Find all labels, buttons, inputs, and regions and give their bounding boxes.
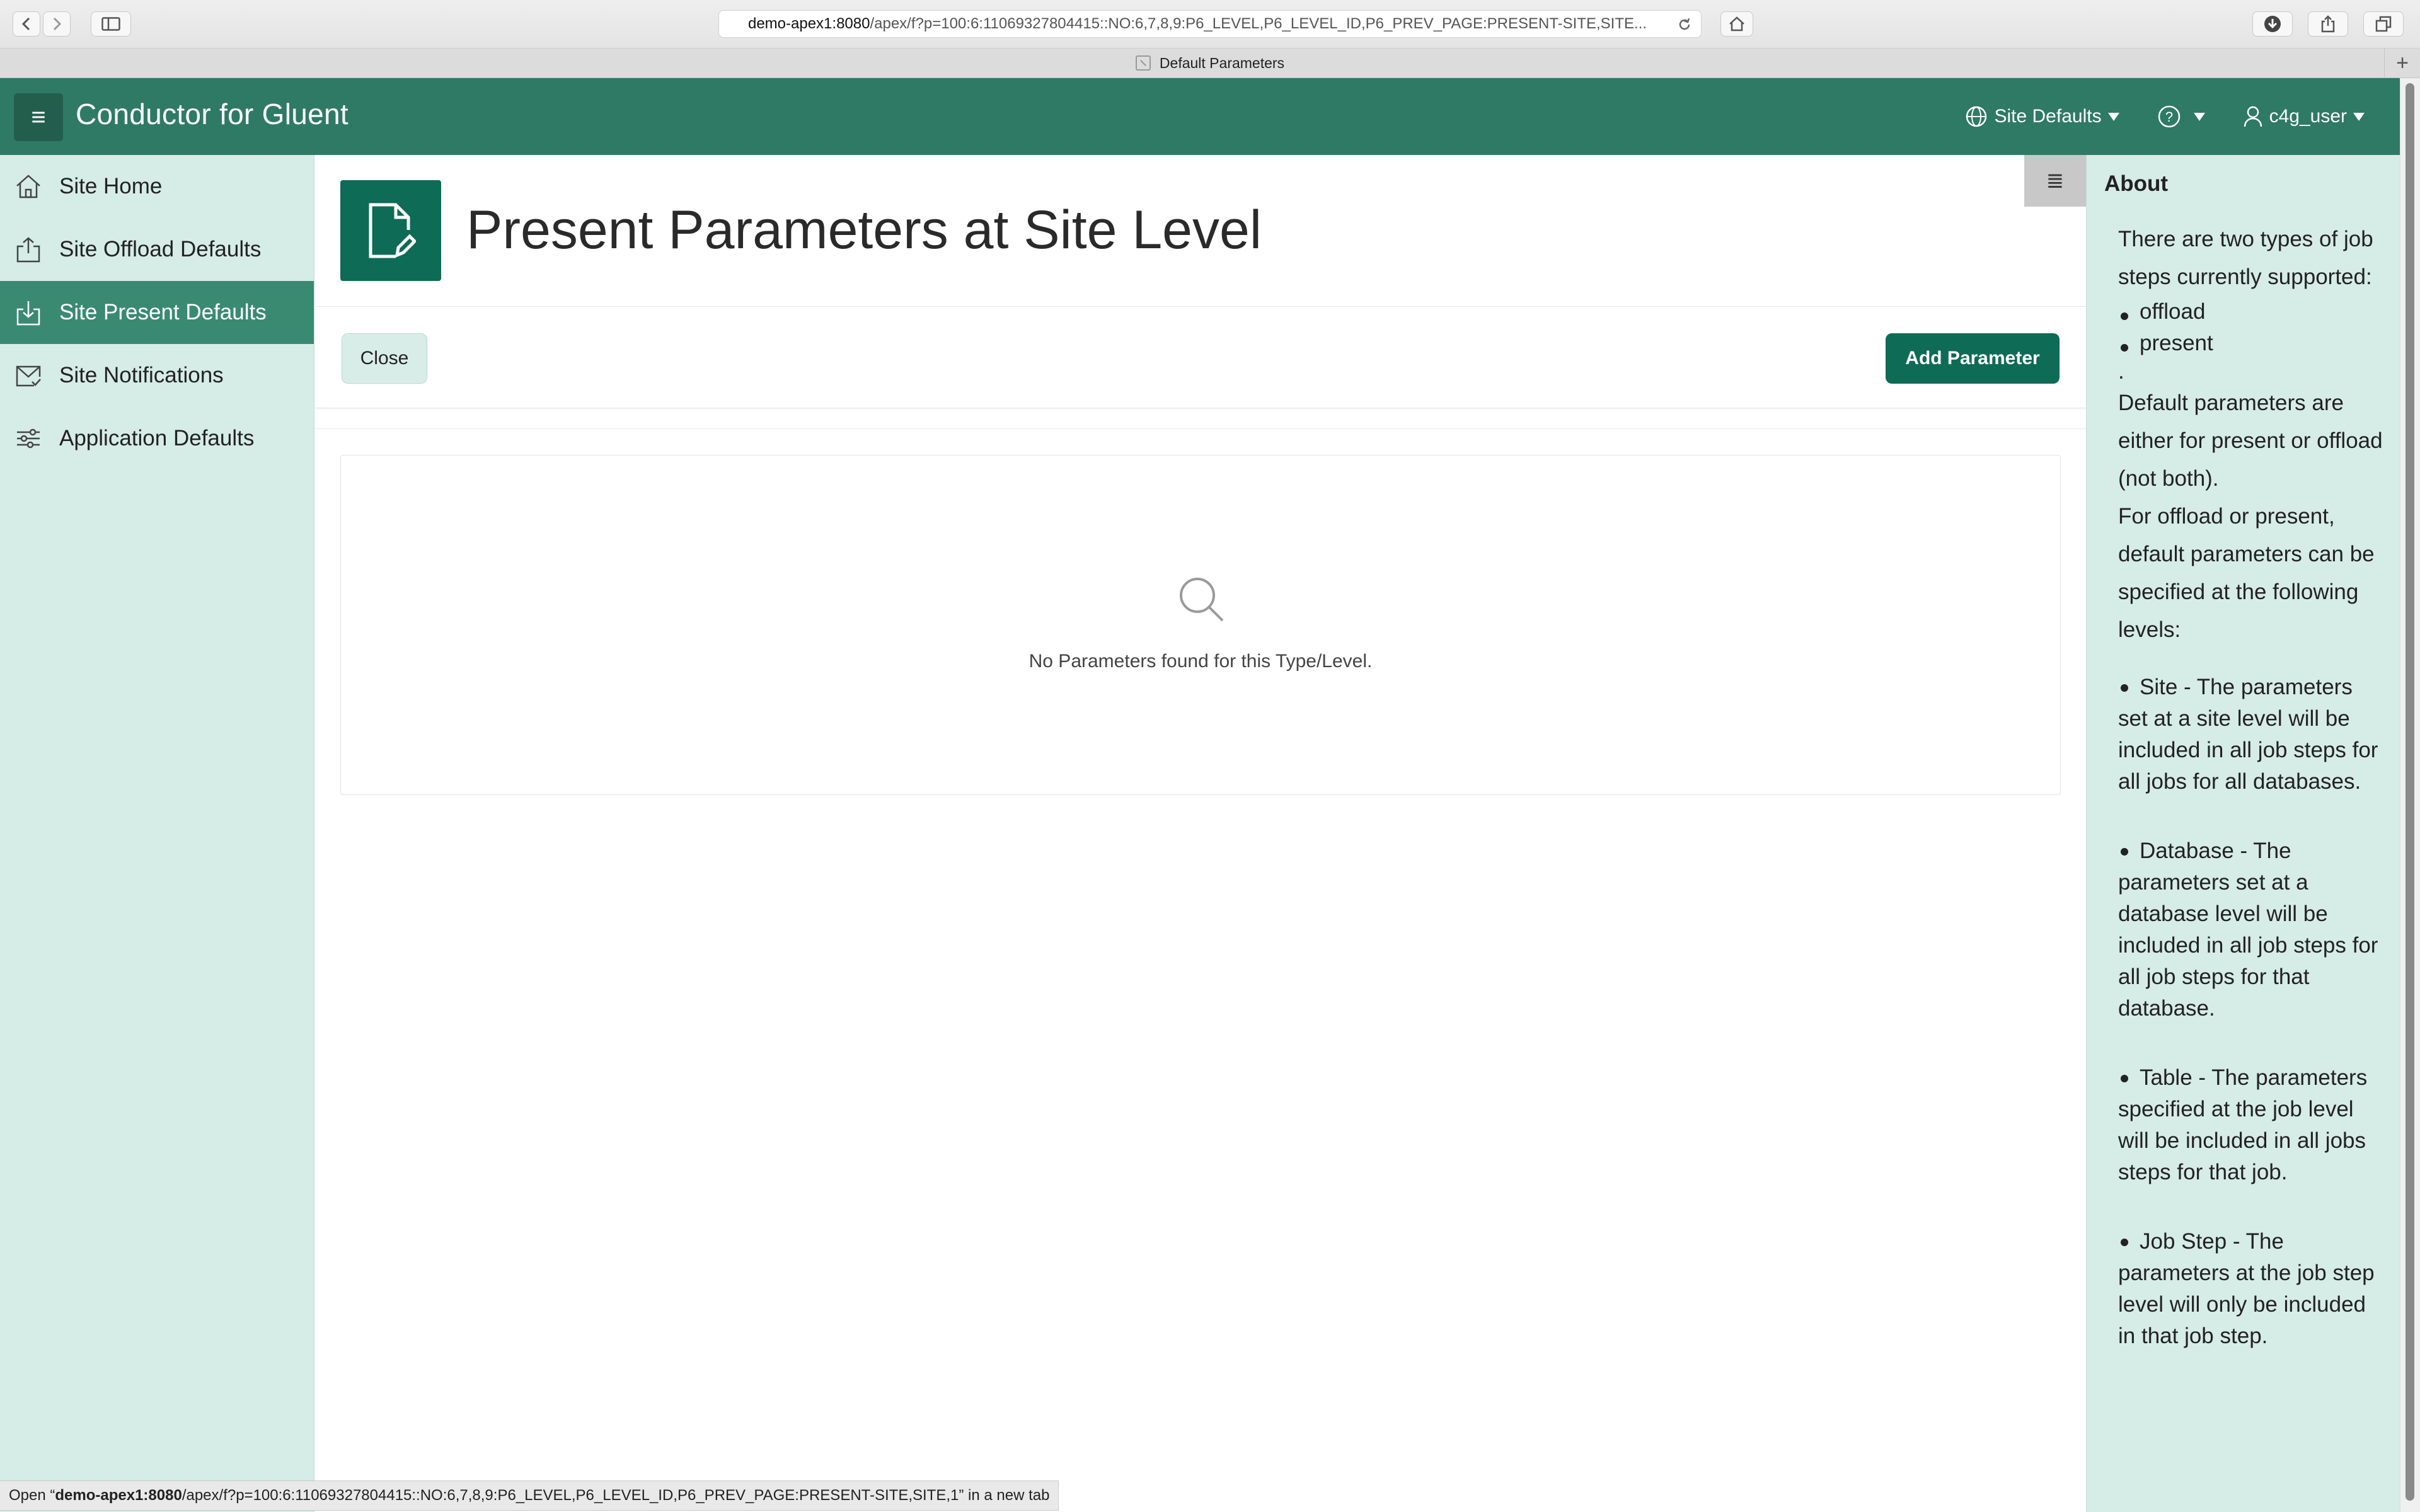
file-edit-icon	[369, 203, 416, 258]
add-parameter-button[interactable]: Add Parameter	[1886, 333, 2060, 384]
sidebar-icon	[101, 17, 120, 31]
home-button[interactable]	[1720, 11, 1753, 37]
app-title[interactable]: Conductor for Gluent	[76, 97, 349, 131]
sidebar-item-site-present-defaults[interactable]: Site Present Defaults	[0, 281, 314, 344]
site-defaults-menu[interactable]: Site Defaults	[1965, 105, 2119, 128]
share-icon	[2321, 15, 2335, 33]
user-menu[interactable]: c4g_user	[2243, 105, 2365, 128]
help-mark: ?	[2165, 109, 2172, 125]
caret-down-icon	[2193, 112, 2205, 121]
sidebar-item-label: Application Defaults	[59, 426, 255, 450]
button-bar: Close Add Parameter	[315, 306, 2086, 408]
download-icon	[16, 301, 40, 326]
about-para2: For offload or present, default paramete…	[2118, 504, 2375, 642]
tabs-button[interactable]	[2363, 11, 2404, 37]
close-button[interactable]: Close	[342, 333, 427, 384]
list-item: Site - The parameters set at a site leve…	[2118, 672, 2383, 798]
plus-icon: +	[2396, 50, 2409, 75]
list-item: Job Step - The parameters at the job ste…	[2118, 1226, 2383, 1352]
divider	[315, 428, 2086, 429]
url-host: demo-apex1:8080	[747, 15, 870, 32]
main-content: Present Parameters at Site Level ≣ Close…	[315, 155, 2086, 1512]
home-icon	[16, 175, 40, 198]
caret-down-icon	[2107, 112, 2119, 121]
list-item: Database - The parameters set at a datab…	[2118, 835, 2383, 1024]
about-intro: There are two types of job steps current…	[2118, 227, 2373, 289]
sidebar-item-label: Site Offload Defaults	[59, 237, 262, 261]
page-title: Present Parameters at Site Level	[466, 200, 1262, 260]
tab-bar: Default Parameters +	[0, 49, 2420, 78]
sidebar-item-label: Site Notifications	[59, 363, 224, 387]
forward-button[interactable]	[43, 11, 71, 37]
browser-toolbar: demo-apex1:8080/apex/f?p=100:6:110693278…	[0, 0, 2420, 49]
user-label: c4g_user	[2269, 106, 2347, 127]
sidebar-item-label: Site Present Defaults	[59, 300, 267, 324]
level-job-step: Job Step - The parameters at the job ste…	[2118, 1229, 2375, 1348]
navigation-menu-button[interactable]: ≡	[14, 93, 63, 141]
empty-message: No Parameters found for this Type/Level.	[1028, 651, 1373, 672]
about-dot: .	[2118, 359, 2124, 384]
status-rest: /apex/f?p=100:6:11069327804415::NO:6,7,8…	[182, 1487, 1050, 1504]
status-prefix: Open “	[9, 1487, 55, 1504]
new-tab-button[interactable]: +	[2384, 49, 2420, 77]
page-icon	[340, 180, 441, 281]
app-header: ≡ Conductor for Gluent Site Defaults ? c…	[0, 78, 2400, 155]
status-host: demo-apex1:8080	[55, 1487, 182, 1504]
page-scrollbar[interactable]	[2400, 78, 2420, 1512]
sidebar-item-site-offload-defaults[interactable]: Site Offload Defaults	[0, 218, 314, 281]
download-circle-icon	[2264, 16, 2281, 32]
parameters-report: No Parameters found for this Type/Level.	[340, 455, 2061, 795]
collapse-right-panel-button[interactable]: ≣	[2024, 155, 2086, 207]
list-item: Table - The parameters specified at the …	[2118, 1062, 2383, 1188]
help-menu[interactable]: ?	[2157, 105, 2205, 129]
list-item: present	[2118, 328, 2383, 359]
sidebar-item-site-notifications[interactable]: Site Notifications	[0, 344, 314, 407]
list-item: offload	[2118, 296, 2383, 328]
page-favicon-icon	[1135, 55, 1151, 71]
share-button[interactable]	[2308, 11, 2348, 37]
tabs-icon	[2375, 16, 2392, 32]
about-body: There are two types of job steps current…	[2118, 220, 2383, 1390]
site-defaults-label: Site Defaults	[1994, 106, 2102, 127]
hamburger-icon: ≡	[31, 103, 46, 131]
sidebar-item-label: Site Home	[59, 174, 163, 198]
sidebar-item-site-home[interactable]: Site Home	[0, 155, 314, 218]
header-nav: Site Defaults ? c4g_user	[1965, 78, 2400, 155]
about-panel: About There are two types of job steps c…	[2086, 155, 2400, 1512]
list-icon: ≣	[2046, 169, 2065, 193]
level-site: Site - The parameters set at a site leve…	[2118, 675, 2378, 794]
sidebar-toggle-button[interactable]	[91, 11, 131, 37]
parameter-levels: Site - The parameters set at a site leve…	[2118, 672, 2383, 1352]
url-path: /apex/f?p=100:6:11069327804415::NO:6,7,8…	[870, 15, 1647, 32]
level-database: Database - The parameters set at a datab…	[2118, 839, 2378, 1021]
link-status-bar: Open “demo-apex1:8080/apex/f?p=100:6:110…	[0, 1480, 1059, 1511]
back-button[interactable]	[13, 11, 40, 37]
level-table: Table - The parameters specified at the …	[2118, 1065, 2368, 1184]
mail-check-icon	[16, 365, 41, 387]
tab-title[interactable]: Default Parameters	[1160, 55, 1284, 72]
search-icon	[1180, 578, 1224, 622]
scrollbar-thumb[interactable]	[2406, 83, 2414, 1501]
sidebar-item-application-defaults[interactable]: Application Defaults	[0, 407, 314, 470]
globe-icon	[1966, 106, 1987, 127]
chevron-left-icon	[21, 17, 30, 31]
upload-icon	[16, 237, 40, 263]
job-step-types: offload present	[2118, 296, 2383, 359]
about-title: About	[2104, 171, 2169, 196]
caret-down-icon	[2353, 112, 2365, 121]
about-para1: Default parameters are either for presen…	[2118, 391, 2383, 491]
downloads-button[interactable]	[2252, 11, 2293, 37]
home-icon	[1729, 16, 1744, 32]
chevron-right-icon	[53, 17, 62, 31]
reload-icon[interactable]	[1677, 17, 1692, 32]
sliders-icon	[17, 428, 40, 449]
address-bar[interactable]: demo-apex1:8080/apex/f?p=100:6:110693278…	[718, 10, 1702, 38]
help-circle-icon: ?	[2158, 105, 2180, 128]
sidebar: Site Home Site Offload Defaults Site Pre…	[0, 155, 314, 1512]
user-icon	[2244, 106, 2262, 127]
